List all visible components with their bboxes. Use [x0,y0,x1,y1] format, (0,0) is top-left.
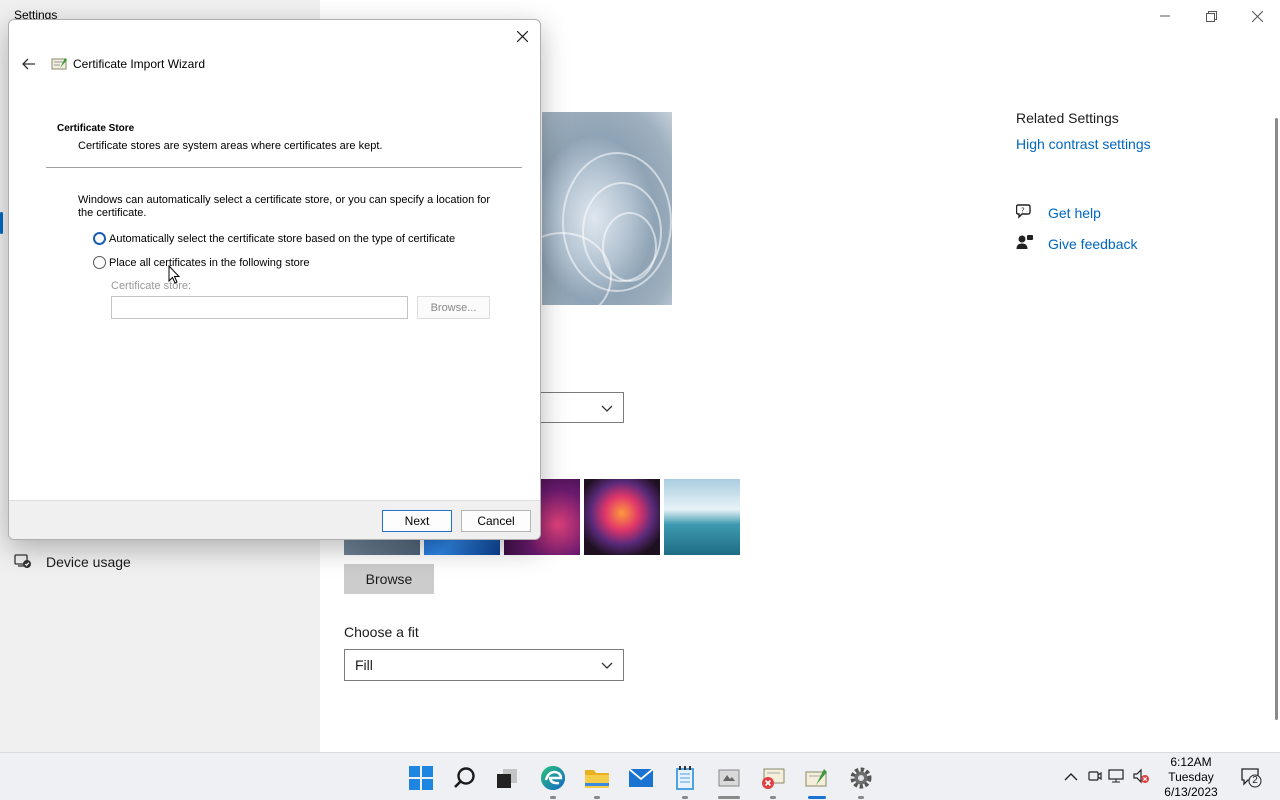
high-contrast-link[interactable]: High contrast settings [1016,136,1151,152]
sidebar-item-device-usage[interactable]: Device usage [14,550,131,574]
meet-now-icon[interactable] [1086,767,1104,785]
radio-button-checked[interactable] [93,232,106,245]
notification-center-icon[interactable]: 2 [1240,766,1262,788]
certificate-wizard-icon[interactable] [804,765,830,791]
clock-day: Tuesday [1168,770,1214,784]
edge-icon[interactable] [540,765,566,791]
device-usage-icon [14,553,32,572]
app-icon[interactable] [716,765,742,791]
give-feedback-link[interactable]: Give feedback [1016,234,1138,253]
certificate-error-icon[interactable] [760,765,786,791]
wizard-title: Certificate Import Wizard [73,57,206,71]
svg-text:?: ? [1021,207,1025,215]
volume-muted-icon[interactable] [1132,767,1150,785]
settings-running-indicator [858,796,864,799]
back-arrow-icon[interactable] [17,54,41,74]
get-help-label: Get help [1048,204,1101,221]
background-type-dropdown[interactable] [541,392,624,423]
related-settings: Related Settings High contrast settings [1016,110,1151,152]
certmgr-running-indicator [770,796,776,799]
taskbar-clock[interactable]: 6:12AM Tuesday 6/13/2023 [1160,755,1222,800]
help-chat-icon: ? [1015,203,1034,222]
window-controls [1142,0,1280,32]
notepad-running-indicator [682,796,688,799]
settings-scrollbar[interactable] [1275,118,1278,720]
edge-running-indicator [550,796,556,799]
store-instructions: Windows can automatically select a certi… [78,194,491,219]
fit-value: Fill [355,657,373,673]
radio-manual-label: Place all certificates in the following … [109,256,310,269]
next-button[interactable]: Next [382,510,452,532]
restore-button[interactable] [1188,0,1234,32]
feedback-person-icon [1016,234,1034,253]
chevron-down-icon [601,657,613,673]
network-icon[interactable] [1108,767,1126,785]
sidebar-item-label: Device usage [46,554,131,570]
wizard-header: Certificate Import Wizard [17,54,205,74]
task-view-icon[interactable] [494,765,520,791]
related-settings-title: Related Settings [1016,110,1119,126]
cancel-button[interactable]: Cancel [461,510,531,532]
explorer-running-indicator [594,796,600,799]
chevron-up-icon[interactable] [1062,767,1080,785]
wizard-footer: Next Cancel [9,500,540,539]
recent-image-5[interactable] [664,479,740,555]
wizard-close-button[interactable] [510,24,534,48]
wizard-active-indicator [808,796,826,799]
radio-auto-select-store[interactable]: Automatically select the certificate sto… [93,232,455,245]
section-title: Certificate Store [57,123,135,134]
sidebar-selection-indicator [0,212,3,234]
radio-auto-label: Automatically select the certificate sto… [109,232,456,245]
store-browse-button: Browse... [417,296,490,319]
radio-button-unchecked[interactable] [93,256,106,269]
section-description: Certificate stores are system areas wher… [78,140,383,152]
choose-fit-label: Choose a fit [344,624,419,640]
get-help-link[interactable]: ? Get help [1015,203,1101,222]
close-button[interactable] [1234,0,1280,32]
file-explorer-icon[interactable] [584,765,610,791]
certificate-icon [51,55,69,73]
minimize-button[interactable] [1142,0,1188,32]
mouse-cursor-icon [168,264,181,290]
fit-dropdown[interactable]: Fill [344,649,624,681]
chevron-down-icon [601,400,613,416]
clock-time: 6:12AM [1170,755,1212,769]
certificate-store-field [111,296,408,319]
give-feedback-label: Give feedback [1048,235,1138,252]
radio-place-in-store[interactable]: Place all certificates in the following … [93,256,310,269]
clock-date: 6/13/2023 [1164,785,1218,799]
settings-icon[interactable] [848,765,874,791]
recent-image-4[interactable] [584,479,660,555]
mail-icon[interactable] [628,765,654,791]
taskbar: 6:12AM Tuesday 6/13/2023 2 [0,752,1280,800]
browse-photos-button[interactable]: Browse [344,564,434,594]
certificate-import-wizard-dialog: Certificate Import Wizard Certificate St… [8,19,541,540]
notification-count: 2 [1252,775,1258,786]
background-preview-image [542,112,672,305]
start-icon[interactable] [408,765,434,791]
notepad-icon[interactable] [672,765,698,791]
search-icon[interactable] [452,765,478,791]
app-active-indicator [718,796,740,799]
header-divider [46,167,522,168]
